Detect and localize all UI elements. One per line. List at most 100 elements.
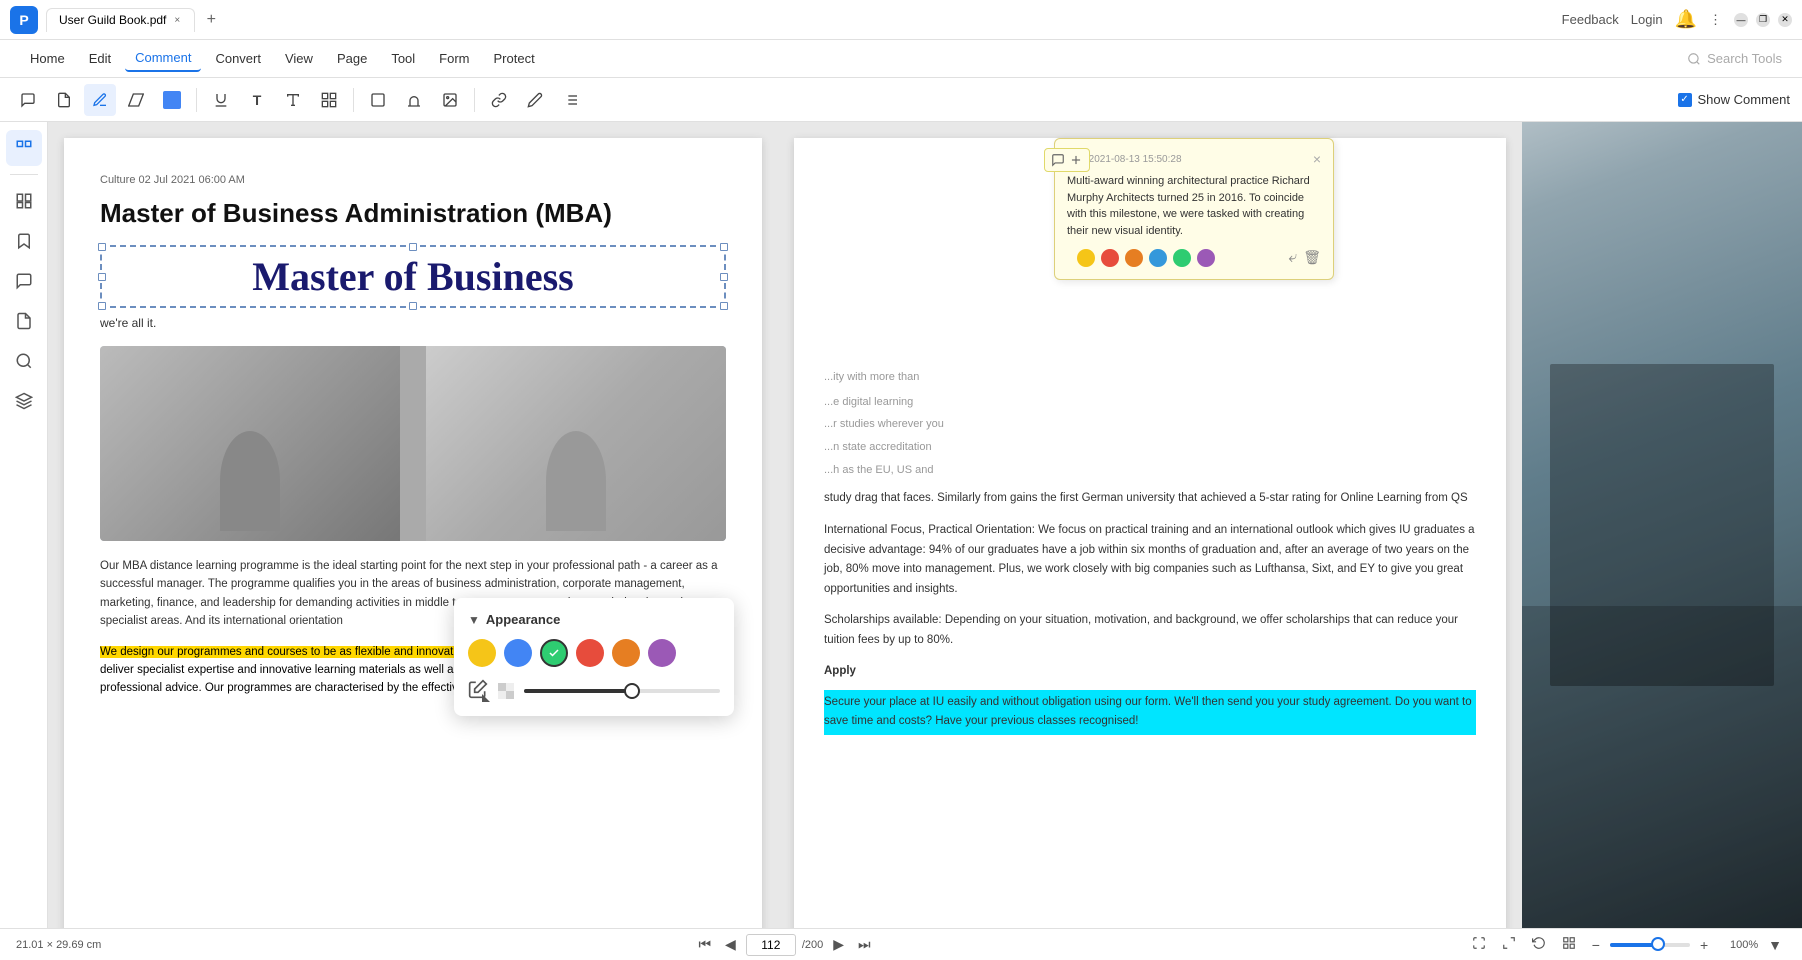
transform-btn[interactable] <box>313 84 345 116</box>
zoom-slider[interactable] <box>1610 943 1690 947</box>
menu-protect[interactable]: Protect <box>484 46 545 71</box>
login-btn[interactable]: Login <box>1631 12 1663 27</box>
zoom-dropdown-btn[interactable]: ▼ <box>1764 935 1786 955</box>
color-option-red[interactable] <box>576 639 604 667</box>
search-tools-label[interactable]: Search Tools <box>1707 51 1782 66</box>
signature-btn[interactable] <box>519 84 551 116</box>
tab-bar: User Guild Book.pdf × + <box>46 8 1554 32</box>
menu-home[interactable]: Home <box>20 46 75 71</box>
resize-handle-tr[interactable] <box>720 243 728 251</box>
pdf-view-left: Culture 02 Jul 2021 06:00 AM Master of B… <box>48 122 778 928</box>
comment-text: Multi-award winning architectural practi… <box>1067 173 1321 239</box>
right-image-fill <box>1522 122 1802 928</box>
note-color-red[interactable] <box>1101 249 1119 267</box>
resize-handle-mr[interactable] <box>720 273 728 281</box>
insert-image-btn[interactable] <box>434 84 466 116</box>
fit-width-btn[interactable] <box>1498 934 1520 955</box>
add-tab-btn[interactable]: + <box>199 8 223 32</box>
menu-view[interactable]: View <box>275 46 323 71</box>
text-comment-tool-btn[interactable] <box>48 84 80 116</box>
menu-search: Search Tools <box>1687 51 1782 66</box>
zoom-out-btn[interactable]: − <box>1588 935 1604 955</box>
feedback-btn[interactable]: Feedback <box>1562 12 1619 27</box>
page2-text5: ...h as the EU, US and <box>824 461 1476 480</box>
menu-convert[interactable]: Convert <box>205 46 271 71</box>
note-color-green[interactable] <box>1173 249 1191 267</box>
opacity-paint-btn[interactable] <box>468 679 488 702</box>
main-layout: Culture 02 Jul 2021 06:00 AM Master of B… <box>0 122 1802 928</box>
note-color-purple[interactable] <box>1197 249 1215 267</box>
sidebar-comments-btn[interactable] <box>6 263 42 299</box>
menu-form[interactable]: Form <box>429 46 479 71</box>
sidebar-pages-btn[interactable] <box>6 303 42 339</box>
color-option-blue[interactable] <box>504 639 532 667</box>
eraser-tool-btn[interactable] <box>120 84 152 116</box>
tab-close-btn[interactable]: × <box>172 13 182 28</box>
color-option-purple[interactable] <box>648 639 676 667</box>
link-tool-btn[interactable] <box>483 84 515 116</box>
resize-handle-br[interactable] <box>720 302 728 310</box>
page2-text7: International Focus, Practical Orientati… <box>824 521 1476 599</box>
floating-note-icon[interactable] <box>1044 148 1090 172</box>
toolbar-divider-3 <box>474 88 475 112</box>
current-tab[interactable]: User Guild Book.pdf × <box>46 8 195 32</box>
page-image <box>100 346 726 541</box>
sidebar-layers-btn[interactable] <box>6 383 42 419</box>
resize-handle-tm[interactable] <box>409 243 417 251</box>
fit-page-btn[interactable] <box>1468 934 1490 955</box>
shape-tool-btn[interactable] <box>362 84 394 116</box>
toolbar-divider-1 <box>196 88 197 112</box>
menu-tool[interactable]: Tool <box>381 46 425 71</box>
menu-comment[interactable]: Comment <box>125 45 201 72</box>
first-page-btn[interactable]: ⏮ <box>694 934 715 955</box>
pencil-tool-btn[interactable] <box>84 84 116 116</box>
show-comment-label: Show Comment <box>1698 92 1790 107</box>
show-comment-checkbox[interactable]: ✓ <box>1678 93 1692 107</box>
sidebar-search-btn[interactable] <box>6 343 42 379</box>
titlebar-right: Feedback Login 🔔 ⋮ — ❐ ✕ <box>1562 9 1792 30</box>
sticky-note-tool-btn[interactable] <box>12 84 44 116</box>
opacity-pattern-btn[interactable] <box>496 681 516 701</box>
prev-page-btn[interactable]: ◀ <box>721 934 740 955</box>
text-t-btn[interactable]: T <box>241 84 273 116</box>
color-option-green[interactable] <box>540 639 568 667</box>
statusbar: 21.01 × 29.69 cm ⏮ ◀ /200 ▶ ⏭ − + 100% <box>0 928 1802 960</box>
note-reply-icon[interactable]: ⤶ <box>1288 249 1297 267</box>
page-number-input[interactable] <box>746 934 796 956</box>
resize-handle-tl[interactable] <box>98 243 106 251</box>
opacity-slider[interactable] <box>524 689 720 693</box>
comment-note: WS, 2021-08-13 15:50:28 × Multi-award wi… <box>1054 138 1334 280</box>
note-color-orange[interactable] <box>1125 249 1143 267</box>
menu-edit[interactable]: Edit <box>79 46 121 71</box>
next-page-btn[interactable]: ▶ <box>829 934 848 955</box>
more-options-btn[interactable]: ⋮ <box>1709 12 1722 28</box>
last-page-btn[interactable]: ⏭ <box>854 934 875 955</box>
grid-btn[interactable] <box>1558 934 1580 955</box>
menu-page[interactable]: Page <box>327 46 377 71</box>
zoom-in-btn[interactable]: + <box>1696 935 1712 955</box>
text-format-btn[interactable] <box>277 84 309 116</box>
manage-btn[interactable] <box>555 84 587 116</box>
maximize-btn[interactable]: ❐ <box>1756 13 1770 27</box>
underline-tool-btn[interactable] <box>205 84 237 116</box>
resize-handle-bm[interactable] <box>409 302 417 310</box>
page-title: Master of Business Administration (MBA) <box>100 198 726 229</box>
resize-handle-ml[interactable] <box>98 273 106 281</box>
color-option-yellow[interactable] <box>468 639 496 667</box>
minimize-btn[interactable]: — <box>1734 13 1748 27</box>
note-trash-icon[interactable]: 🗑 <box>1303 249 1321 267</box>
note-color-yellow[interactable] <box>1077 249 1095 267</box>
sidebar-thumbnails-btn[interactable] <box>6 183 42 219</box>
color-option-orange[interactable] <box>612 639 640 667</box>
close-btn[interactable]: ✕ <box>1778 13 1792 27</box>
selected-text-box[interactable]: Master of Business <box>100 245 726 308</box>
comment-close-btn[interactable]: × <box>1313 151 1321 167</box>
resize-handle-bl[interactable] <box>98 302 106 310</box>
sidebar-panel-toggle[interactable] <box>6 130 42 166</box>
rotate-btn[interactable] <box>1528 934 1550 955</box>
sidebar-bookmarks-btn[interactable] <box>6 223 42 259</box>
color-fill-btn[interactable] <box>156 84 188 116</box>
page-total-label: /200 <box>802 939 823 951</box>
note-color-blue[interactable] <box>1149 249 1167 267</box>
stamp-tool-btn[interactable] <box>398 84 430 116</box>
